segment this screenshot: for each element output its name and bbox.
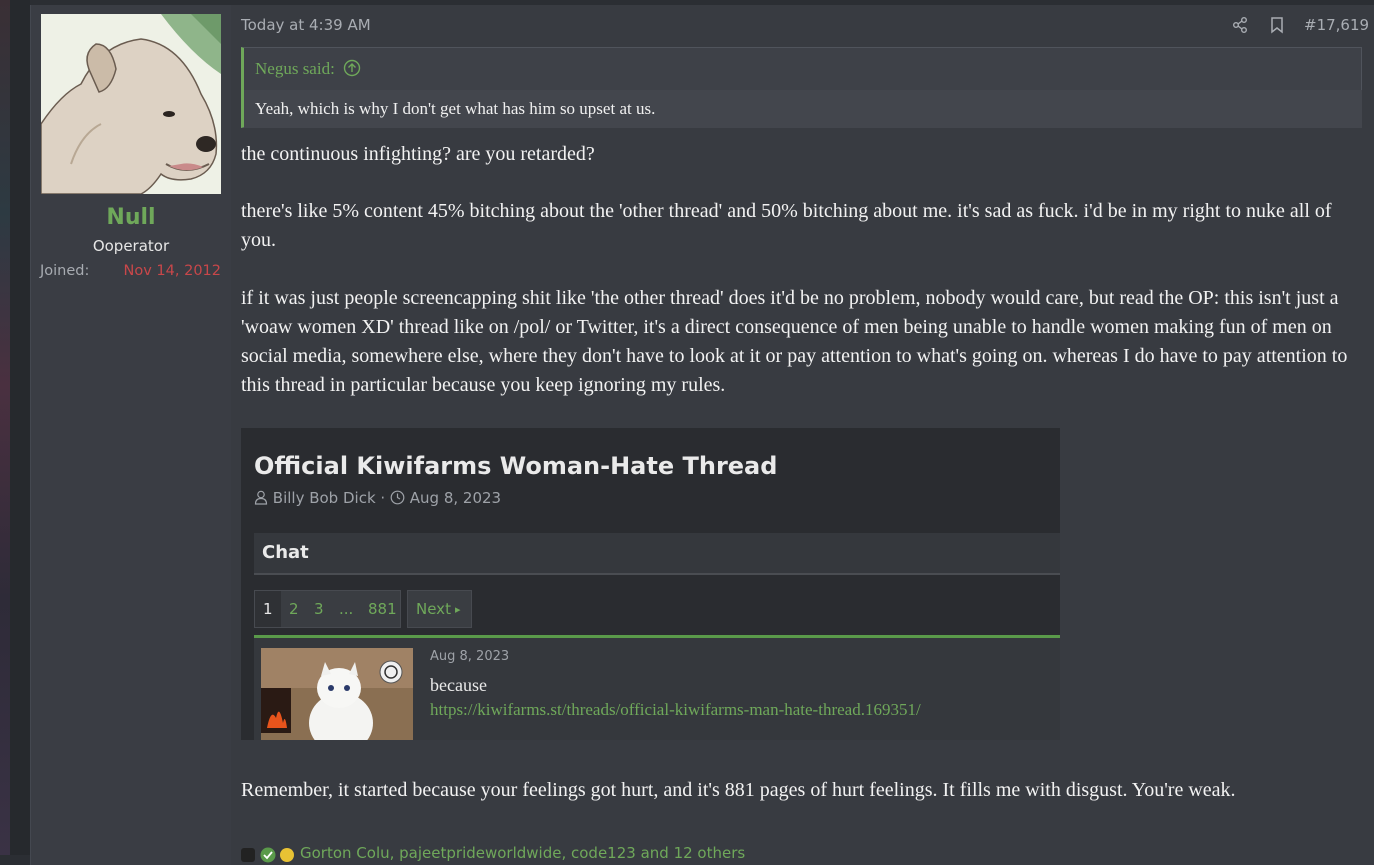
quote-header[interactable]: Negus said: bbox=[255, 59, 361, 79]
post-paragraph: there's like 5% content 45% bitching abo… bbox=[241, 200, 1332, 251]
next-arrow: ▸ bbox=[455, 603, 461, 616]
screenshot-date: Aug 8, 2023 bbox=[409, 489, 502, 507]
post-content: the continuous infighting? are you retar… bbox=[241, 140, 1365, 801]
clock-icon bbox=[390, 490, 405, 505]
quote-text: Yeah, which is why I don't get what has … bbox=[255, 99, 656, 118]
screenshot-post-link: https://kiwifarms.st/threads/official-ki… bbox=[430, 700, 921, 719]
page-1: 1 bbox=[263, 600, 273, 618]
quote-author[interactable]: Negus said: bbox=[255, 59, 335, 78]
page-3: 3 bbox=[314, 600, 324, 618]
joined-label: Joined: bbox=[40, 263, 90, 279]
post-paragraph: Remember, it started because your feelin… bbox=[241, 779, 1236, 801]
quote-block: Negus said: Yeah, which is why I don't g… bbox=[241, 47, 1362, 128]
post-paragraph: if it was just people screencapping shit… bbox=[241, 287, 1348, 396]
arrow-up-circle-icon[interactable] bbox=[343, 59, 361, 77]
user-info-column: Null Ooperator Joined: Nov 14, 2012 bbox=[31, 5, 231, 865]
background-strip bbox=[0, 0, 10, 855]
joined-date: Nov 14, 2012 bbox=[123, 263, 221, 279]
embedded-screenshot[interactable]: Official Kiwifarms Woman-Hate Thread Bil… bbox=[241, 428, 1060, 740]
page-ellipsis: ... bbox=[339, 600, 354, 618]
page-881: 881 bbox=[368, 600, 397, 618]
reaction-icons bbox=[241, 845, 297, 863]
screenshot-post-text: because bbox=[430, 675, 487, 695]
screenshot-forum-bar: Chat bbox=[254, 533, 1060, 575]
next-label: Next bbox=[416, 600, 451, 618]
screenshot-forum-name: Chat bbox=[262, 542, 309, 563]
share-icon[interactable] bbox=[1231, 16, 1249, 34]
page-2: 2 bbox=[289, 600, 299, 618]
quote-body: Yeah, which is why I don't get what has … bbox=[244, 90, 1362, 128]
next-page-group: Next ▸ bbox=[407, 590, 472, 628]
screenshot-post-date: Aug 8, 2023 bbox=[430, 649, 510, 664]
forum-post: Null Ooperator Joined: Nov 14, 2012 Toda… bbox=[30, 5, 1374, 865]
page-gutter bbox=[10, 0, 30, 855]
screenshot-thread-meta: Billy Bob Dick · Aug 8, 2023 bbox=[254, 489, 501, 507]
meta-separator: · bbox=[380, 489, 386, 507]
user-icon bbox=[254, 490, 268, 505]
post-number-link[interactable]: #17,619 bbox=[1304, 16, 1369, 34]
reactions-list-link[interactable]: Gorton Colu, pajeetprideworldwide, code1… bbox=[300, 844, 745, 862]
username[interactable]: Null bbox=[31, 205, 231, 230]
screenshot-thread-title: Official Kiwifarms Woman-Hate Thread bbox=[254, 452, 778, 480]
dog-avatar-image bbox=[41, 14, 221, 194]
screenshot-first-post: Aug 8, 2023 because https://kiwifarms.st… bbox=[254, 635, 1060, 740]
post-date[interactable]: Today at 4:39 AM bbox=[241, 16, 371, 34]
screenshot-author: Billy Bob Dick bbox=[272, 489, 376, 507]
cat-avatar-image bbox=[261, 648, 413, 740]
page-group: 1 2 3 ... 881 bbox=[254, 590, 401, 628]
reactions-bar[interactable]: Gorton Colu, pajeetprideworldwide, code1… bbox=[241, 843, 1041, 863]
post-paragraph: the continuous infighting? are you retar… bbox=[241, 143, 595, 165]
avatar[interactable] bbox=[41, 14, 221, 194]
bookmark-icon[interactable] bbox=[1269, 16, 1285, 34]
user-title: Ooperator bbox=[92, 237, 170, 255]
